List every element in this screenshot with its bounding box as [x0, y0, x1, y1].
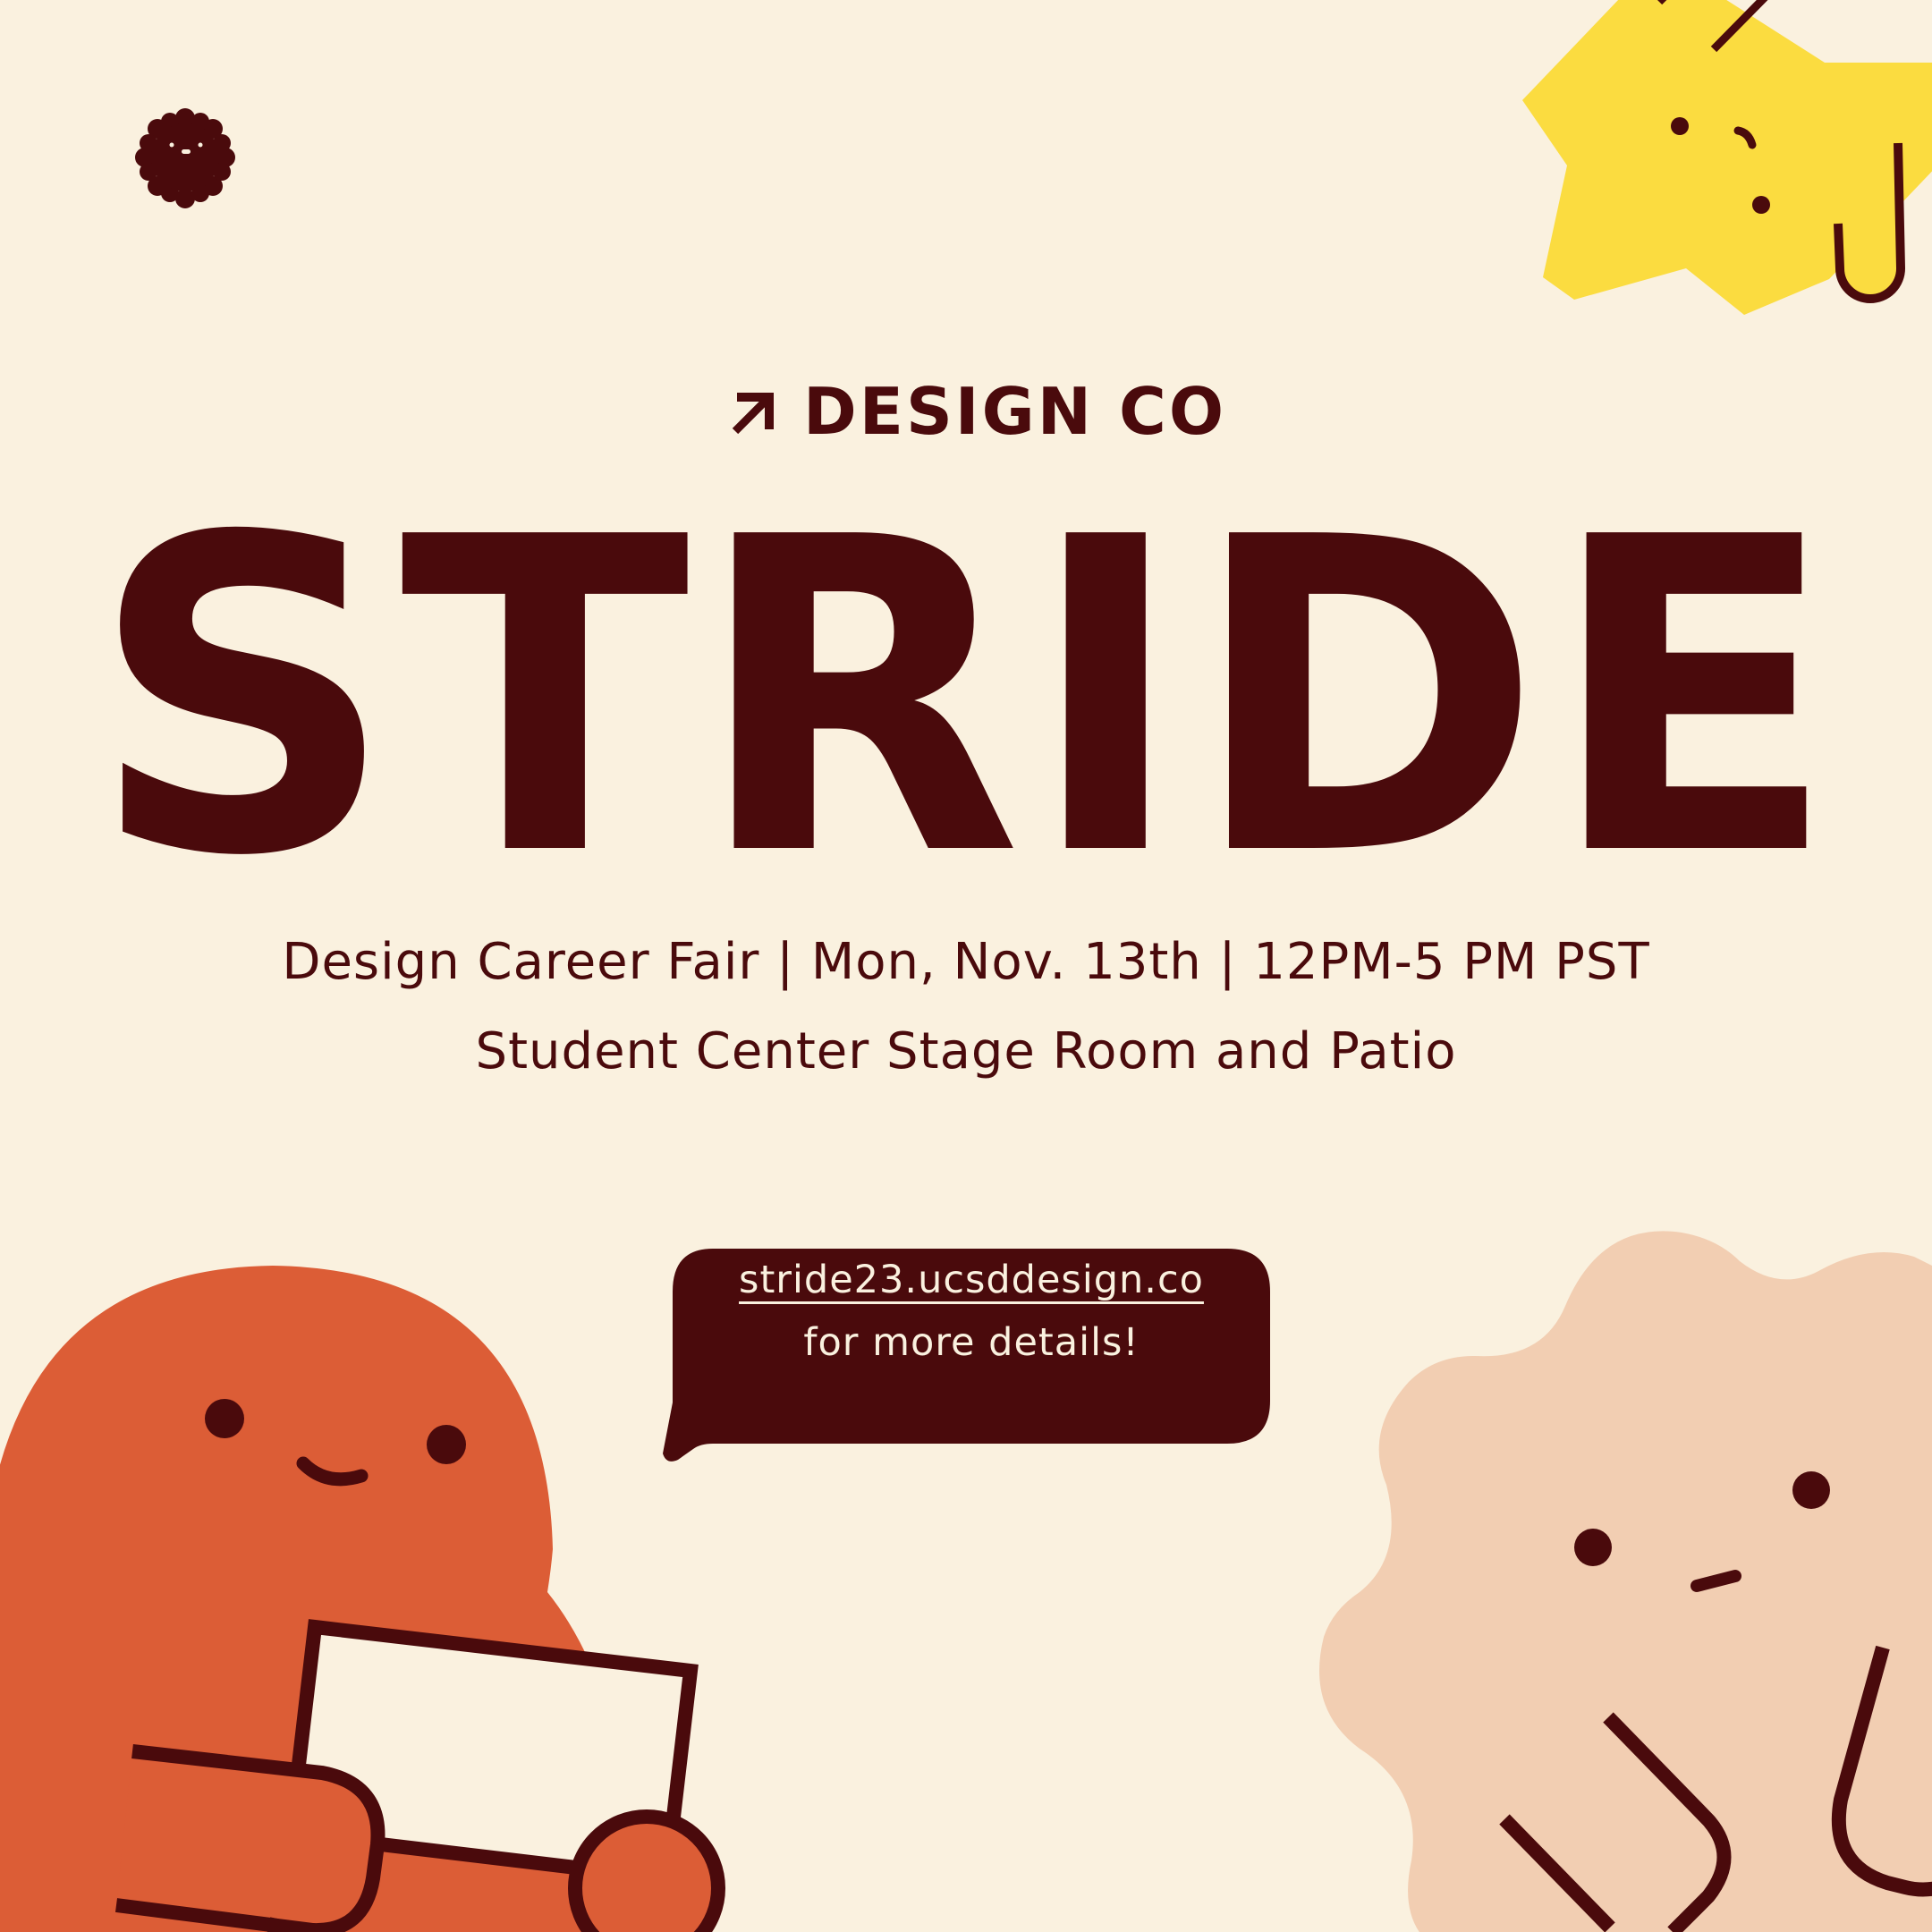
yellow-star-character	[1522, 0, 1932, 315]
brand-header: DESIGN CO	[730, 376, 1226, 447]
event-location: Student Center Stage Room and Patio	[475, 1022, 1457, 1080]
brand-name: DESIGN CO	[803, 374, 1227, 449]
bubble-note: for more details!	[803, 1320, 1140, 1365]
event-details: Design Career Fair | Mon, Nov. 13th | 12…	[282, 933, 1650, 991]
orange-blob-character	[0, 1266, 725, 1932]
bubble-content: stride23.ucsddesign.co for more details!	[673, 1249, 1270, 1374]
website-link[interactable]: stride23.ucsddesign.co	[739, 1258, 1204, 1302]
peach-flower-character	[1319, 1231, 1932, 1932]
event-title: STRIDE	[89, 447, 1843, 951]
arrow-up-right-icon	[732, 393, 774, 435]
flower-face-icon	[135, 108, 235, 208]
